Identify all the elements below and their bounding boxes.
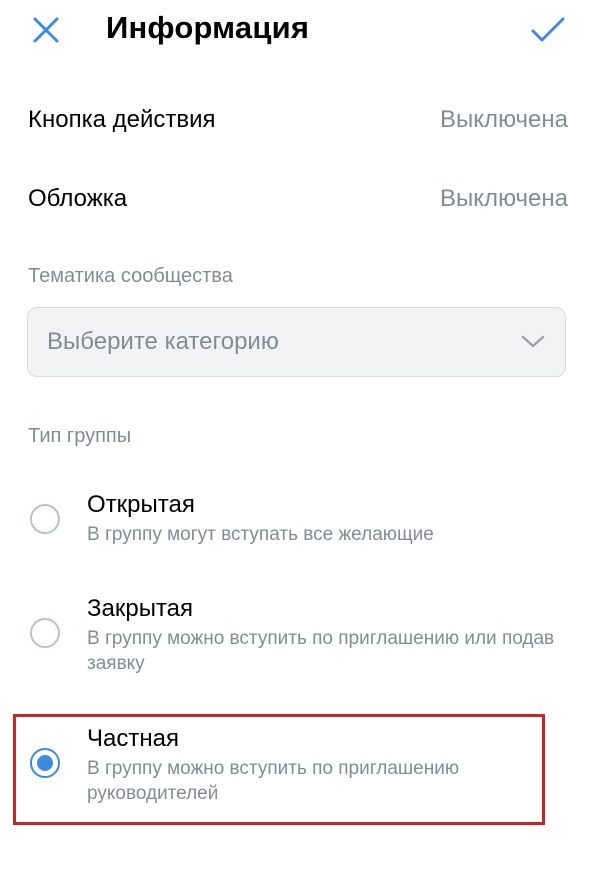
cover-value: Выключена [440, 185, 568, 212]
category-select-placeholder: Выберите категорию [47, 328, 279, 355]
option-title: Закрытая [87, 595, 194, 622]
header: Информация [0, 0, 595, 60]
chevron-down-icon [521, 335, 545, 348]
radio-open[interactable] [30, 504, 60, 534]
checkmark-icon [531, 17, 565, 42]
group-type-section-label: Тип группы [28, 425, 132, 447]
action-button-row[interactable]: Кнопка действия Выключена [28, 98, 568, 142]
option-description: В группу можно вступить по приглашению и… [87, 628, 555, 674]
group-type-option-open[interactable]: Открытая В группу могут вступать все жел… [28, 490, 568, 550]
highlight-frame [13, 714, 545, 825]
topic-section-label: Тематика сообщества [28, 265, 233, 287]
option-description: В группу могут вступать все желающие [87, 524, 434, 545]
cover-row[interactable]: Обложка Выключена [28, 177, 568, 221]
action-button-value: Выключена [440, 106, 568, 133]
close-button[interactable] [26, 10, 66, 50]
action-button-label: Кнопка действия [28, 106, 216, 133]
cover-label: Обложка [28, 185, 128, 212]
done-button[interactable] [526, 10, 570, 50]
radio-closed[interactable] [30, 618, 60, 648]
close-icon [33, 17, 59, 43]
option-title: Открытая [87, 491, 195, 518]
category-select[interactable]: Выберите категорию [27, 307, 566, 377]
group-type-option-closed[interactable]: Закрытая В группу можно вступить по приг… [28, 594, 568, 674]
page-title: Информация [106, 10, 310, 45]
